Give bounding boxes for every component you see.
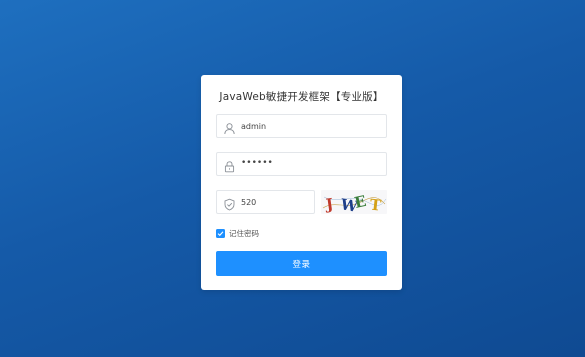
lock-icon	[223, 158, 236, 173]
login-title: JavaWeb敏捷开发框架【专业版】	[219, 91, 384, 103]
captcha-input[interactable]	[241, 194, 306, 210]
user-icon	[223, 120, 236, 135]
shield-icon	[223, 196, 236, 211]
check-icon	[217, 230, 224, 236]
captcha-field[interactable]	[216, 190, 315, 214]
password-field[interactable]	[216, 152, 387, 176]
remember-checkbox[interactable]	[216, 228, 225, 238]
captcha-glyph: E	[353, 192, 368, 212]
login-card: JavaWeb敏捷开发框架【专业版】 admin 520 J W E T 记住密…	[201, 75, 402, 290]
remember-label: 记住密码	[229, 228, 259, 238]
remember-password[interactable]: 记住密码	[216, 227, 259, 239]
login-button[interactable]: 登录	[216, 251, 387, 276]
password-input[interactable]	[241, 155, 381, 171]
captcha-glyph: J	[323, 195, 335, 214]
username-field[interactable]	[216, 114, 387, 138]
username-input[interactable]	[241, 118, 381, 134]
captcha-glyph: T	[369, 196, 383, 214]
captcha-image[interactable]: JWET	[321, 190, 387, 214]
